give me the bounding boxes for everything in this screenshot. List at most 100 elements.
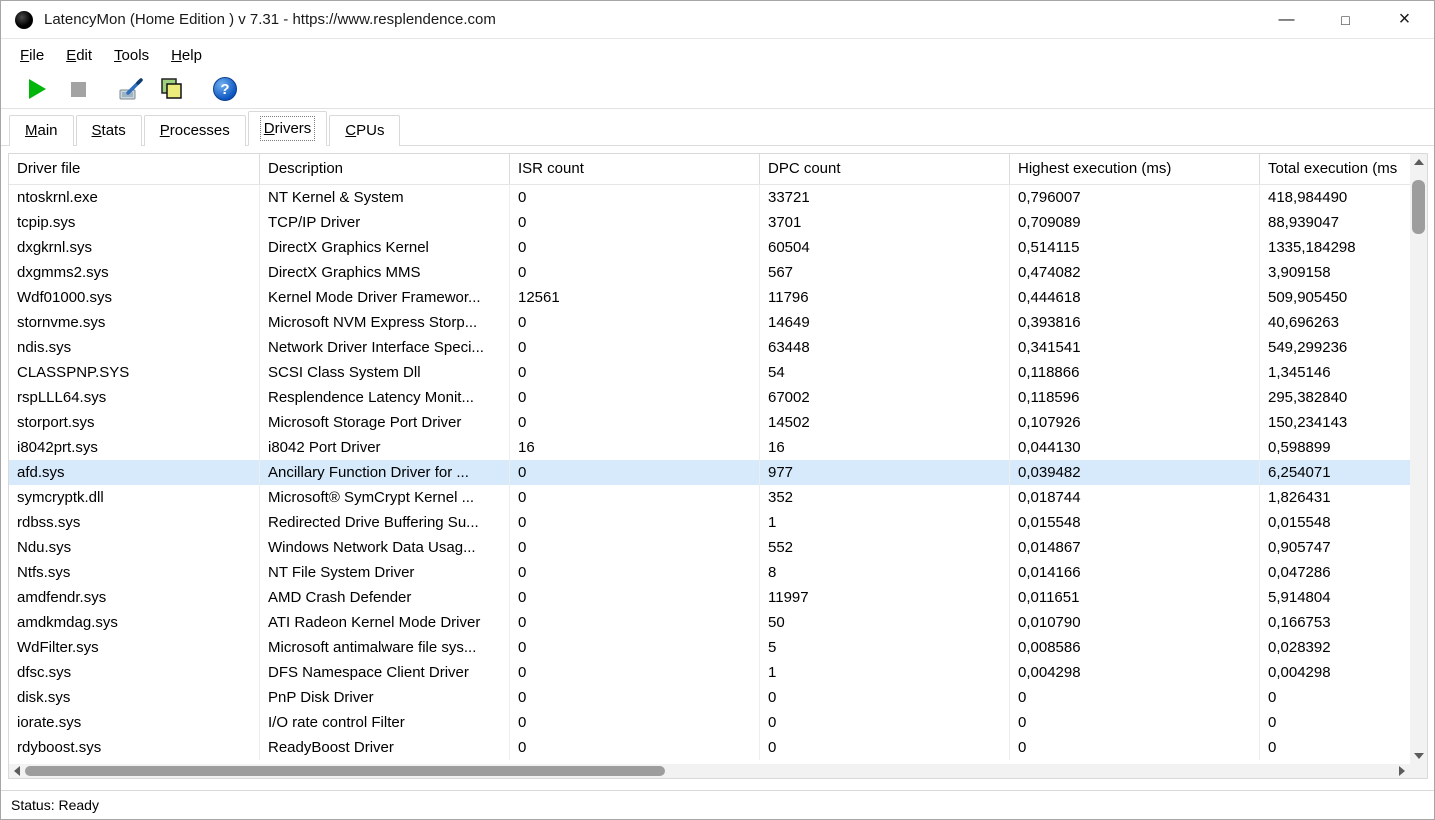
table-row[interactable]: ntoskrnl.exeNT Kernel & System0337210,79… [9, 185, 1410, 210]
drivers-listview: Driver fileDescriptionISR countDPC count… [8, 153, 1428, 779]
table-row[interactable]: amdfendr.sysAMD Crash Defender0119970,01… [9, 585, 1410, 610]
table-row[interactable]: symcryptk.dllMicrosoft® SymCrypt Kernel … [9, 485, 1410, 510]
table-cell: i8042prt.sys [9, 435, 260, 460]
table-cell: 0 [510, 410, 760, 435]
scroll-left-button[interactable] [9, 764, 25, 778]
vertical-scrollbar[interactable] [1410, 154, 1427, 764]
scroll-down-icon [1414, 753, 1424, 759]
table-row[interactable]: i8042prt.sysi8042 Port Driver16160,04413… [9, 435, 1410, 460]
table-row[interactable]: dfsc.sysDFS Namespace Client Driver010,0… [9, 660, 1410, 685]
table-cell: iorate.sys [9, 710, 260, 735]
table-cell: I/O rate control Filter [260, 710, 510, 735]
scroll-up-button[interactable] [1410, 154, 1427, 170]
table-row[interactable]: ndis.sysNetwork Driver Interface Speci..… [9, 335, 1410, 360]
table-row[interactable]: WdFilter.sysMicrosoft antimalware file s… [9, 635, 1410, 660]
start-monitor-button[interactable] [21, 74, 53, 104]
horizontal-scrollbar[interactable] [9, 764, 1410, 778]
table-row[interactable]: Ndu.sysWindows Network Data Usag...05520… [9, 535, 1410, 560]
table-row[interactable]: CLASSPNP.SYSSCSI Class System Dll0540,11… [9, 360, 1410, 385]
scrollbar-corner [1410, 764, 1427, 778]
table-cell: 0 [1260, 735, 1410, 760]
table-cell: afd.sys [9, 460, 260, 485]
stop-monitor-button[interactable] [62, 74, 94, 104]
copy-report-button[interactable] [156, 74, 188, 104]
tab-drivers[interactable]: Drivers [248, 111, 328, 146]
table-row[interactable]: dxgkrnl.sysDirectX Graphics Kernel060504… [9, 235, 1410, 260]
table-cell: 0,444618 [1010, 285, 1260, 310]
tab-processes[interactable]: Processes [144, 115, 246, 146]
scroll-down-button[interactable] [1410, 748, 1427, 764]
table-row[interactable]: rspLLL64.sysResplendence Latency Monit..… [9, 385, 1410, 410]
table-cell: 0 [1260, 685, 1410, 710]
table-cell: 0 [510, 210, 760, 235]
scroll-right-button[interactable] [1394, 764, 1410, 778]
help-button[interactable]: ? [209, 74, 241, 104]
vertical-scroll-thumb[interactable] [1412, 180, 1425, 234]
table-row[interactable]: amdkmdag.sysATI Radeon Kernel Mode Drive… [9, 610, 1410, 635]
tab-cpus[interactable]: CPUs [329, 115, 400, 146]
table-cell: Microsoft® SymCrypt Kernel ... [260, 485, 510, 510]
tab-stats[interactable]: Stats [76, 115, 142, 146]
table-row[interactable]: iorate.sysI/O rate control Filter0000 [9, 710, 1410, 735]
table-cell: 0,015548 [1260, 510, 1410, 535]
table-cell: AMD Crash Defender [260, 585, 510, 610]
minimize-button[interactable]: — [1257, 1, 1316, 38]
column-header[interactable]: Total execution (ms [1260, 154, 1410, 184]
table-cell: 1,826431 [1260, 485, 1410, 510]
column-header[interactable]: Driver file [9, 154, 260, 184]
table-cell: symcryptk.dll [9, 485, 260, 510]
menu-item-help[interactable]: Help [160, 43, 213, 68]
table-cell: 0,004298 [1260, 660, 1410, 685]
table-row[interactable]: tcpip.sysTCP/IP Driver037010,70908988,93… [9, 210, 1410, 235]
table-row[interactable]: Ntfs.sysNT File System Driver080,0141660… [9, 560, 1410, 585]
horizontal-scroll-thumb[interactable] [25, 766, 665, 776]
table-cell: 14502 [760, 410, 1010, 435]
table-cell: 11997 [760, 585, 1010, 610]
column-header[interactable]: DPC count [760, 154, 1010, 184]
table-cell: 63448 [760, 335, 1010, 360]
table-row[interactable]: dxgmms2.sysDirectX Graphics MMS05670,474… [9, 260, 1410, 285]
menu-item-file[interactable]: File [9, 43, 55, 68]
table-row[interactable]: storport.sysMicrosoft Storage Port Drive… [9, 410, 1410, 435]
table-cell: 5,914804 [1260, 585, 1410, 610]
maximize-button[interactable]: □ [1316, 1, 1375, 38]
table-row[interactable]: afd.sysAncillary Function Driver for ...… [9, 460, 1410, 485]
table-cell: 0,008586 [1010, 635, 1260, 660]
table-row[interactable]: stornvme.sysMicrosoft NVM Express Storp.… [9, 310, 1410, 335]
toolbar: ? [1, 70, 1434, 109]
tab-main[interactable]: Main [9, 115, 74, 146]
table-cell: 0 [1010, 710, 1260, 735]
table-row[interactable]: disk.sysPnP Disk Driver0000 [9, 685, 1410, 710]
column-header[interactable]: Highest execution (ms) [1010, 154, 1260, 184]
tab-label: Main [25, 122, 58, 139]
table-cell: 0,393816 [1010, 310, 1260, 335]
table-cell: 0,118596 [1010, 385, 1260, 410]
table-cell: ntoskrnl.exe [9, 185, 260, 210]
scroll-left-icon [14, 766, 20, 776]
maximize-icon: □ [1341, 12, 1349, 28]
menu-item-edit[interactable]: Edit [55, 43, 103, 68]
table-cell: SCSI Class System Dll [260, 360, 510, 385]
tabbar: Main Stats ProcessesDriversCPUs [1, 113, 1434, 146]
table-cell: 567 [760, 260, 1010, 285]
table-row[interactable]: rdbss.sysRedirected Drive Buffering Su..… [9, 510, 1410, 535]
table-cell: 3,909158 [1260, 260, 1410, 285]
tab-label: Stats [92, 122, 126, 139]
table-cell: i8042 Port Driver [260, 435, 510, 460]
table-cell: Microsoft Storage Port Driver [260, 410, 510, 435]
table-row[interactable]: rdyboost.sysReadyBoost Driver0000 [9, 735, 1410, 760]
column-header[interactable]: Description [260, 154, 510, 184]
table-row[interactable]: Wdf01000.sysKernel Mode Driver Framewor.… [9, 285, 1410, 310]
edit-options-button[interactable] [115, 74, 147, 104]
table-cell: Kernel Mode Driver Framewor... [260, 285, 510, 310]
column-header[interactable]: ISR count [510, 154, 760, 184]
table-cell: dxgmms2.sys [9, 260, 260, 285]
menu-item-tools[interactable]: Tools [103, 43, 160, 68]
table-cell: 11796 [760, 285, 1010, 310]
table-cell: 0,166753 [1260, 610, 1410, 635]
table-cell: 0 [510, 335, 760, 360]
table-cell: 0,014867 [1010, 535, 1260, 560]
table-cell: WdFilter.sys [9, 635, 260, 660]
table-cell: 0 [760, 710, 1010, 735]
close-button[interactable]: × [1375, 1, 1434, 38]
